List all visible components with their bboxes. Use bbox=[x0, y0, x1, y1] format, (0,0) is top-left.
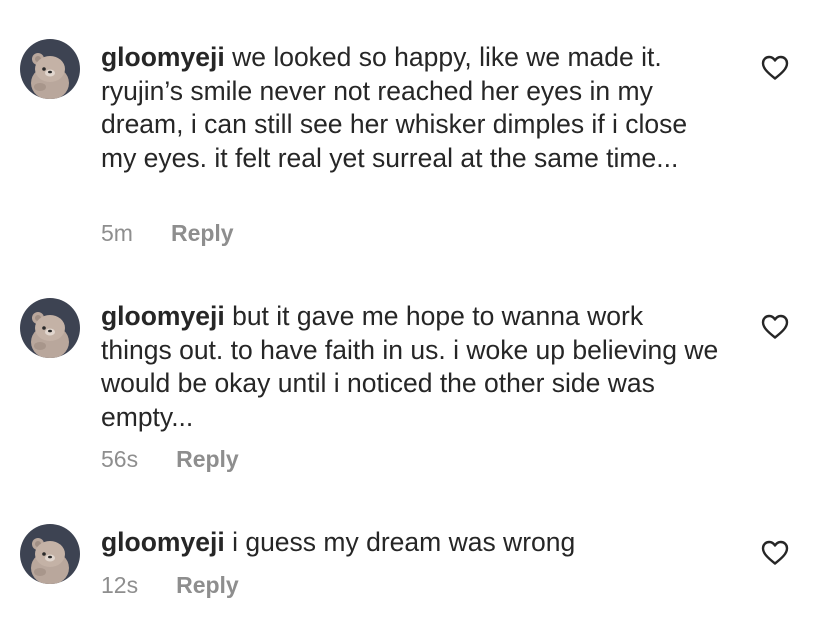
heart-outline-icon bbox=[761, 314, 789, 339]
reply-button[interactable]: Reply bbox=[176, 572, 239, 599]
comment-meta: 5m Reply bbox=[101, 220, 234, 247]
heart-outline-icon bbox=[761, 55, 789, 80]
comment-text-block: gloomyeji but it gave me hope to wanna w… bbox=[101, 300, 721, 434]
comment-timestamp: 5m bbox=[101, 220, 133, 246]
comment-timestamp: 56s bbox=[101, 446, 139, 472]
avatar[interactable] bbox=[20, 524, 80, 584]
like-button[interactable] bbox=[761, 55, 789, 81]
comment-username[interactable]: gloomyeji bbox=[101, 301, 225, 331]
comment-text-block: gloomyeji we looked so happy, like we ma… bbox=[101, 41, 721, 175]
avatar[interactable] bbox=[20, 39, 80, 99]
comment-timestamp: 12s bbox=[101, 572, 139, 598]
comment-meta: 56s Reply bbox=[101, 446, 239, 473]
avatar[interactable] bbox=[20, 298, 80, 358]
comment-meta: 12s Reply bbox=[101, 572, 239, 599]
like-button[interactable] bbox=[761, 540, 789, 566]
like-button[interactable] bbox=[761, 314, 789, 340]
comment-body: i guess my dream was wrong bbox=[232, 527, 576, 557]
reply-button[interactable]: Reply bbox=[171, 220, 234, 247]
comment-text-block: gloomyeji i guess my dream was wrong bbox=[101, 526, 721, 560]
heart-outline-icon bbox=[761, 540, 789, 565]
bear-avatar-icon bbox=[20, 298, 80, 358]
bear-avatar-icon bbox=[20, 524, 80, 584]
reply-button[interactable]: Reply bbox=[176, 446, 239, 473]
bear-avatar-icon bbox=[20, 39, 80, 99]
comment-username[interactable]: gloomyeji bbox=[101, 42, 225, 72]
comment-username[interactable]: gloomyeji bbox=[101, 527, 225, 557]
